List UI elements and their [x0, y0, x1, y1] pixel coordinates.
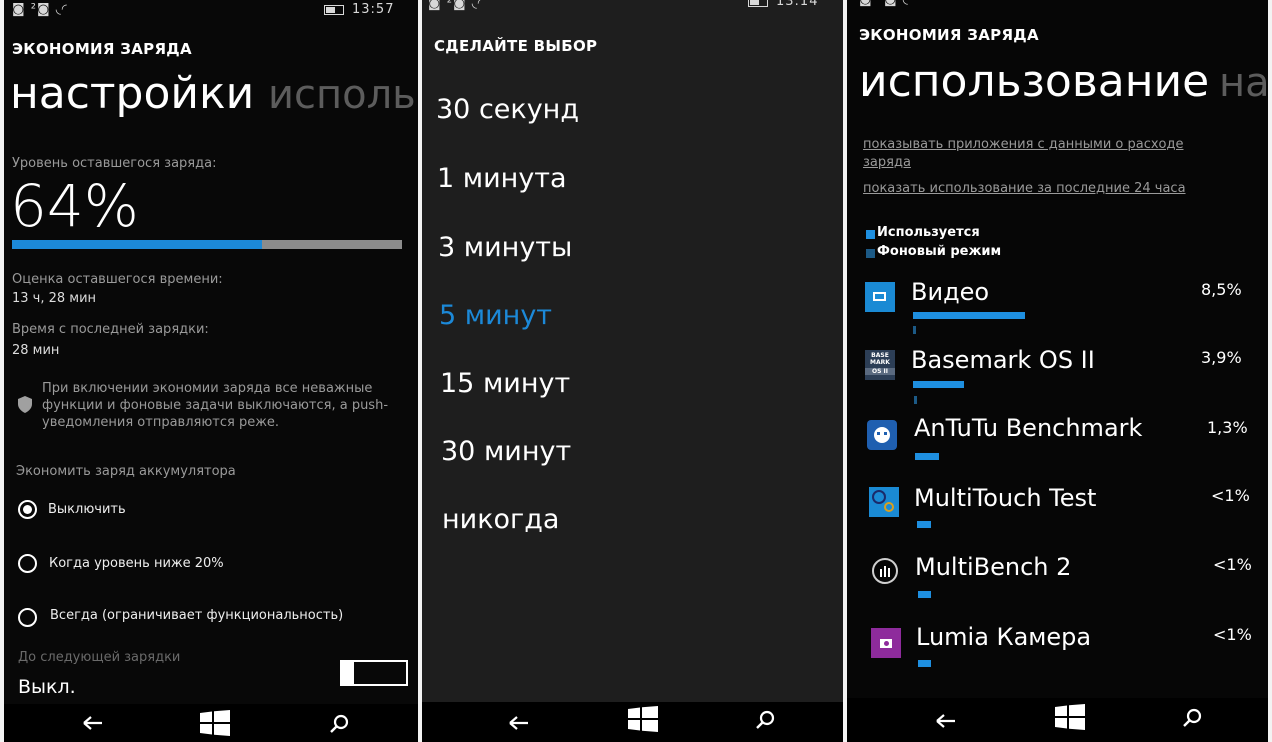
- signal-status-icons: ◙ ²◙ ◟◜: [428, 0, 484, 11]
- search-icon[interactable]: [1183, 708, 1203, 728]
- usage-bar: [918, 591, 931, 598]
- pivot-header-usage[interactable]: использование: [859, 56, 1209, 107]
- multitouch-app-icon: [869, 487, 899, 517]
- battery-settings-screen: ◙ ²◙ ◟◜ 13:57 ЭКОНОМИЯ ЗАРЯДА настройки …: [4, 0, 418, 742]
- usage-bar: [913, 381, 964, 388]
- since-charge-label: Время с последней зарядки:: [12, 322, 209, 337]
- app-name[interactable]: Видео: [911, 278, 989, 306]
- windows-start-icon[interactable]: [200, 710, 230, 736]
- status-clock: 13:57: [324, 2, 394, 17]
- battery-icon: [748, 0, 768, 7]
- radio-off[interactable]: [18, 500, 37, 519]
- legend-background-label: Фоновый режим: [877, 244, 1002, 259]
- estimate-label: Оценка оставшегося времени:: [12, 272, 223, 287]
- multibench-app-icon: [871, 557, 901, 587]
- radio-off-label[interactable]: Выключить: [48, 502, 126, 517]
- app-usage-value: 3,9%: [1201, 348, 1242, 367]
- picker-option-selected[interactable]: 5 минут: [439, 300, 552, 331]
- picker-option[interactable]: никогда: [442, 504, 559, 535]
- background-usage-bar: [914, 396, 917, 404]
- pivot-header-usage[interactable]: исполь: [268, 72, 416, 118]
- battery-icon: [324, 4, 344, 15]
- show-24h-link[interactable]: показать использование за последние 24 ч…: [863, 181, 1186, 196]
- app-name[interactable]: AnTuTu Benchmark: [914, 414, 1142, 442]
- battery-usage-screen: ◙ ²◙ ◟◜ ЭКОНОМИЯ ЗАРЯДА использование на…: [847, 0, 1268, 742]
- background-usage-bar: [913, 326, 916, 334]
- signal-status-icons: ◙ ²◙ ◟◜: [859, 0, 915, 7]
- since-charge-value: 28 мин: [12, 343, 60, 358]
- battery-saver-toggle[interactable]: [340, 660, 408, 686]
- picker-option[interactable]: 15 минут: [440, 368, 570, 399]
- estimate-value: 13 ч, 28 мин: [12, 291, 97, 306]
- app-name[interactable]: Basemark OS II: [911, 346, 1095, 374]
- toggle-knob: [340, 660, 354, 686]
- pivot-header-next[interactable]: на: [1219, 60, 1268, 106]
- battery-percent: 64%: [10, 172, 139, 240]
- radio-below-20-label[interactable]: Когда уровень ниже 20%: [49, 556, 224, 571]
- battery-level-track: [12, 240, 402, 249]
- back-arrow-icon[interactable]: [82, 714, 104, 732]
- signal-status-icons: ◙ ²◙ ◟◜: [12, 2, 68, 17]
- picker-option[interactable]: 1 минута: [437, 163, 567, 194]
- navigation-bar: [847, 698, 1268, 742]
- status-clock: 13:14: [748, 0, 818, 9]
- timeout-picker-screen: ◙ ²◙ ◟◜ 13:14 СДЕЛАЙТЕ ВЫБОР 30 секунд 1…: [422, 0, 843, 742]
- battery-level-fill: [12, 240, 262, 249]
- picker-option[interactable]: 3 минуты: [438, 232, 572, 263]
- app-title: ЭКОНОМИЯ ЗАРЯДА: [12, 40, 192, 58]
- legend-used-swatch: [866, 230, 875, 239]
- windows-start-icon[interactable]: [628, 706, 658, 732]
- app-name[interactable]: MultiTouch Test: [914, 484, 1096, 512]
- app-name[interactable]: MultiBench 2: [915, 553, 1071, 581]
- picker-option[interactable]: 30 минут: [441, 436, 571, 467]
- video-app-icon: [865, 282, 895, 312]
- picker-option[interactable]: 30 секунд: [436, 94, 579, 125]
- legend-used-label: Используется: [877, 225, 980, 240]
- search-icon[interactable]: [756, 710, 776, 730]
- legend-background-swatch: [866, 249, 875, 258]
- usage-bar: [915, 453, 939, 460]
- toggle-state-label: Выкл.: [18, 676, 76, 698]
- app-name[interactable]: Lumia Камера: [916, 623, 1091, 651]
- camera-app-icon: [871, 628, 901, 658]
- back-arrow-icon[interactable]: [935, 712, 957, 730]
- back-arrow-icon[interactable]: [508, 714, 530, 732]
- radio-below-20[interactable]: [18, 554, 37, 573]
- shield-icon: [18, 396, 32, 413]
- radio-always[interactable]: [18, 608, 37, 627]
- app-usage-value: <1%: [1213, 555, 1252, 574]
- antutu-app-icon: [867, 420, 897, 450]
- app-usage-value: <1%: [1211, 486, 1250, 505]
- navigation-bar: [422, 702, 843, 742]
- app-title: ЭКОНОМИЯ ЗАРЯДА: [859, 26, 1039, 44]
- usage-bar: [913, 312, 1025, 319]
- picker-title: СДЕЛАЙТЕ ВЫБОР: [434, 37, 598, 55]
- radio-always-label[interactable]: Всегда (ограничивает функциональность): [50, 608, 343, 623]
- pivot-header-settings[interactable]: настройки: [10, 68, 254, 119]
- search-icon[interactable]: [330, 714, 350, 734]
- app-usage-value: <1%: [1213, 625, 1252, 644]
- usage-bar: [918, 660, 931, 667]
- next-charge-label: До следующей зарядки: [18, 650, 181, 665]
- navigation-bar: [4, 704, 418, 742]
- saver-label: Экономить заряд аккумулятора: [16, 464, 236, 479]
- show-apps-link[interactable]: показывать приложения с данными о расход…: [863, 136, 1184, 172]
- usage-bar: [917, 521, 931, 528]
- app-usage-value: 8,5%: [1201, 280, 1242, 299]
- windows-start-icon[interactable]: [1055, 704, 1085, 730]
- remaining-label: Уровень оставшегося заряда:: [12, 156, 217, 171]
- app-usage-value: 1,3%: [1207, 418, 1248, 437]
- basemark-app-icon: BASE MARK OS II: [865, 350, 895, 380]
- saver-info-text: При включении экономии заряда все неважн…: [42, 381, 389, 430]
